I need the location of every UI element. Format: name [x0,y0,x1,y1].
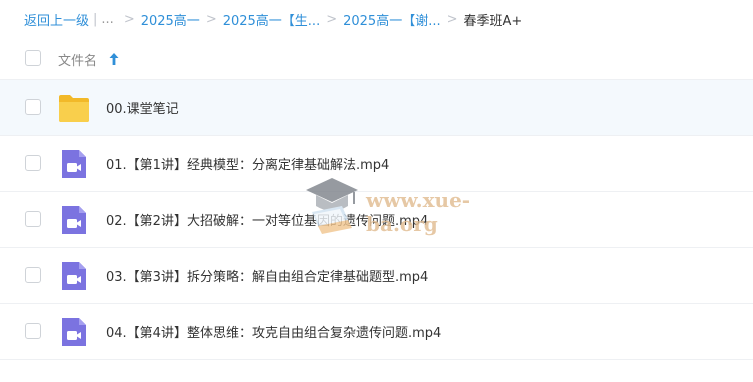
video-file-icon [62,206,86,234]
file-row[interactable]: 00.课堂笔记 [0,80,753,136]
breadcrumb-ellipsis[interactable]: ... [101,12,113,27]
chevron-right-icon: > [446,11,458,27]
graduation-cap-icon [306,178,358,234]
video-file-icon [62,150,86,178]
file-name[interactable]: 04.【第4讲】整体思维：攻克自由组合复杂遗传问题.mp4 [106,322,441,341]
breadcrumb-item-2[interactable]: 2025高一【生... [223,10,320,29]
video-file-icon [62,262,86,290]
chevron-right-icon: > [123,11,135,27]
file-row[interactable]: 04.【第4讲】整体思维：攻克自由组合复杂遗传问题.mp4 [0,304,753,360]
breadcrumb-current: 春季班A+ [463,13,523,29]
select-all-checkbox[interactable] [25,50,41,66]
file-name[interactable]: 00.课堂笔记 [106,98,179,117]
video-file-icon [62,318,86,346]
watermark: www.xue-ba.org [300,168,540,236]
breadcrumb-divider: | [93,11,98,27]
back-link[interactable]: 返回上一级 [24,10,89,29]
row-checkbox[interactable] [25,267,41,283]
column-header-filename[interactable]: 文件名 [58,50,97,69]
file-list-header: 文件名 [0,36,753,80]
row-checkbox[interactable] [25,99,41,115]
row-checkbox[interactable] [25,323,41,339]
chevron-right-icon: > [205,11,217,27]
breadcrumb-item-1[interactable]: 2025高一 [141,10,200,29]
row-checkbox[interactable] [25,155,41,171]
file-row[interactable]: 03.【第3讲】拆分策略：解自由组合定律基础题型.mp4 [0,248,753,304]
chevron-right-icon: > [326,11,338,27]
breadcrumb: 返回上一级 | ... > 2025高一 > 2025高一【生... > 202… [24,9,522,29]
folder-icon [59,95,89,122]
watermark-text: www.xue-ba.org [366,188,471,236]
row-checkbox[interactable] [25,211,41,227]
file-name[interactable]: 03.【第3讲】拆分策略：解自由组合定律基础题型.mp4 [106,266,428,285]
sort-arrow-up-icon[interactable] [108,52,120,66]
breadcrumb-item-3[interactable]: 2025高一【谢... [343,10,440,29]
